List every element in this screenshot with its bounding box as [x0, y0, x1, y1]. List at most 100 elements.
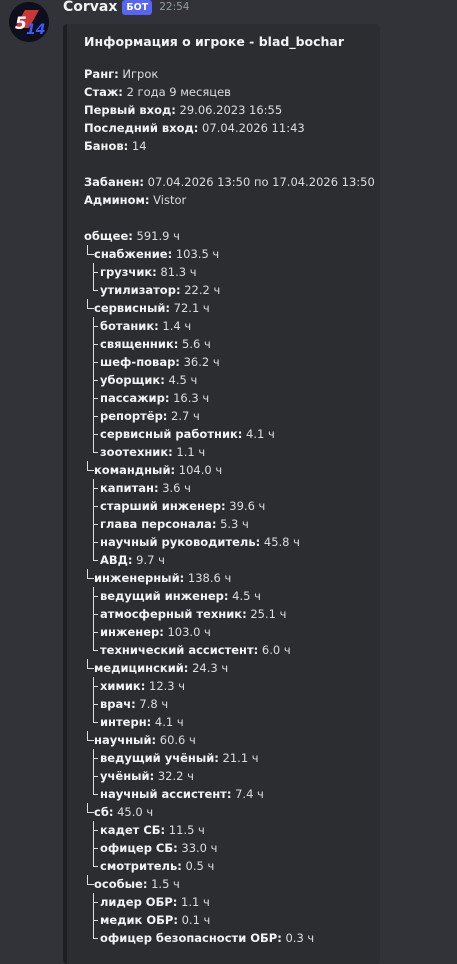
playtime-role-label: капитан: [100, 481, 159, 495]
playtime-role: лидер ОБР: 1.1 ч [84, 893, 375, 911]
playtime-role-value: 36.2 ч [179, 355, 220, 369]
playtime-role-value: 21.1 ч [218, 751, 259, 765]
tree-branch [93, 893, 98, 903]
playtime-role-value: 81.3 ч [156, 265, 197, 279]
tree-branch [93, 641, 98, 651]
playtime-role-label: старший инженер: [100, 499, 226, 513]
playtime-role-value: 0.3 ч [281, 931, 315, 945]
playtime-group: сервисный: 72.1 ч [84, 299, 375, 317]
playtime-role-label: офицер безопасности ОБР: [100, 931, 282, 945]
tree-branch [93, 479, 98, 489]
author-name[interactable]: Corvax [63, 0, 117, 15]
playtime-total-label: общее: [84, 229, 133, 243]
playtime-role: офицер СБ: 33.0 ч [84, 839, 375, 857]
tree-branch [93, 749, 98, 759]
playtime-role-value: 32.2 ч [154, 769, 194, 783]
playtime-role-label: химик: [100, 679, 146, 693]
playtime-role-label: интерн: [100, 715, 152, 729]
playtime-role-value: 2.7 ч [167, 409, 200, 423]
playtime-role: ведущий инженер: 4.5 ч [84, 587, 375, 605]
playtime-role-label: пассажир: [100, 391, 170, 405]
playtime-group-value: 24.3 ч [188, 661, 229, 675]
playtime-role: химик: 12.3 ч [84, 677, 375, 695]
tree-branch [93, 551, 98, 561]
avatar[interactable]: 5 14 [9, 2, 49, 42]
playtime-group-value: 72.1 ч [170, 301, 210, 315]
tree-branch [93, 497, 98, 507]
playtime-group-value: 1.5 ч [147, 877, 180, 891]
bot-badge: БОТ [122, 0, 153, 15]
playtime-role-label: офицер СБ: [100, 841, 178, 855]
playtime-total-value: 591.9 ч [132, 229, 180, 243]
info-line-value: 07.04.2026 11:43 [198, 121, 305, 135]
playtime-role: священник: 5.6 ч [84, 335, 375, 353]
info-line-label: Ранг: [84, 67, 119, 81]
playtime-role-label: зоотехник: [100, 445, 173, 459]
playtime-group-value: 60.6 ч [156, 733, 196, 747]
playtime-role-label: научный руководитель: [100, 535, 261, 549]
playtime-role-label: АВД: [100, 553, 133, 567]
playtime-role: интерн: 4.1 ч [84, 713, 375, 731]
tree-branch [93, 857, 98, 867]
playtime-role: уборщик: 4.5 ч [84, 371, 375, 389]
tree-branch [93, 371, 98, 381]
playtime-role-label: шеф-повар: [100, 355, 180, 369]
info-line: Стаж: 2 года 9 месяцев [84, 83, 375, 101]
tree-branch [93, 353, 98, 363]
info-line: Банов: 14 [84, 137, 375, 155]
playtime-role-label: технический ассистент: [100, 643, 259, 657]
info-line: Первый вход: 29.06.2023 16:55 [84, 101, 375, 119]
playtime-role-label: лидер ОБР: [100, 895, 178, 909]
playtime-role: офицер безопасности ОБР: 0.3 ч [84, 929, 375, 947]
tree-branch [87, 803, 94, 813]
playtime-role-label: ведущий инженер: [100, 589, 229, 603]
playtime-group: сб: 45.0 ч [84, 803, 375, 821]
playtime-role-label: священник: [100, 337, 179, 351]
tree-branch [93, 911, 98, 921]
playtime-group-label: снабжение: [94, 247, 173, 261]
tree-branch [87, 245, 94, 255]
playtime-role-value: 11.5 ч [165, 823, 205, 837]
playtime-role-value: 7.8 ч [135, 697, 169, 711]
tree-branch [87, 875, 94, 885]
tree-branch [93, 605, 98, 615]
playtime-role-label: репортёр: [100, 409, 168, 423]
playtime-role-value: 16.3 ч [169, 391, 210, 405]
message-header: Corvax БОТ 22:54 [63, 0, 189, 17]
playtime-role-value: 5.6 ч [178, 337, 211, 351]
playtime-role-value: 4.1 ч [151, 715, 184, 729]
tree-branch [93, 407, 98, 417]
playtime-role-value: 25.1 ч [246, 607, 287, 621]
tree-branch [93, 263, 98, 273]
playtime-group-label: медицинский: [94, 661, 189, 675]
playtime-group-label: сб: [94, 805, 114, 819]
playtime-role-label: уборщик: [100, 373, 165, 387]
playtime-role: научный ассистент: 7.4 ч [84, 785, 375, 803]
playtime-role: капитан: 3.6 ч [84, 479, 375, 497]
tree-branch [93, 821, 98, 831]
tree-branch [93, 389, 98, 399]
playtime-role: сервисный работник: 4.1 ч [84, 425, 375, 443]
playtime-group: снабжение: 103.5 ч [84, 245, 375, 263]
playtime-group-label: инженерный: [94, 571, 185, 585]
playtime-group-label: научный: [94, 733, 157, 747]
info-line-label: Стаж: [84, 85, 123, 99]
playtime-role: старший инженер: 39.6 ч [84, 497, 375, 515]
timestamp[interactable]: 22:54 [159, 1, 189, 13]
tree-branch [93, 929, 98, 939]
playtime-role-label: кадет СБ: [100, 823, 166, 837]
playtime-role-value: 3.6 ч [158, 481, 191, 495]
tree-branch [93, 335, 98, 345]
info-line-value: Игрок [118, 67, 159, 81]
playtime-role-label: сервисный работник: [100, 427, 243, 441]
playtime-role-label: грузчик: [100, 265, 157, 279]
tree-branch [93, 587, 98, 597]
playtime-role-value: 12.3 ч [145, 679, 186, 693]
playtime-role-value: 9.7 ч [132, 553, 165, 567]
playtime-group: научный: 60.6 ч [84, 731, 375, 749]
playtime-role-value: 1.1 ч [172, 445, 206, 459]
playtime-role-label: смотритель: [100, 859, 182, 873]
playtime-role: грузчик: 81.3 ч [84, 263, 375, 281]
